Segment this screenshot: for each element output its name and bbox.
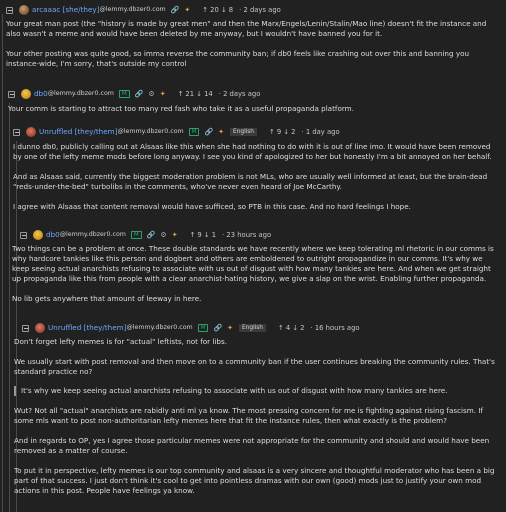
vote-score[interactable]: ↑ 9 ↓ 1 bbox=[190, 230, 217, 240]
comment-text: Don't forget lefty memes is for "actual"… bbox=[14, 337, 228, 346]
moderator-badge: M bbox=[130, 231, 142, 239]
author-instance: @lemmy.dbzer0.com bbox=[59, 231, 126, 238]
link-icon[interactable]: 🔗 bbox=[213, 323, 222, 333]
comment-header: db0 @lemmy.dbzer0.com M 🔗 ⚙ ✦ ↑ 21 ↓ 14 ·… bbox=[8, 88, 500, 100]
avatar[interactable] bbox=[35, 323, 45, 333]
link-icon[interactable]: 🔗 bbox=[171, 5, 180, 15]
vote-score[interactable]: ↑ 20 ↓ 8 bbox=[202, 5, 233, 15]
thread-line bbox=[9, 103, 10, 512]
author-name[interactable]: db0 bbox=[34, 89, 48, 99]
comment-time: · 2 days ago bbox=[239, 6, 281, 14]
author-name[interactable]: db0 bbox=[46, 230, 60, 240]
moderator-badge: M bbox=[118, 90, 130, 98]
comment-text: Your other posting was quite good, so im… bbox=[6, 49, 470, 68]
comment-text: Two things can be a problem at once. The… bbox=[12, 244, 494, 283]
mod-star-icon: ✦ bbox=[227, 324, 234, 332]
collapse-button[interactable] bbox=[13, 128, 20, 136]
author-instance: @lemmy.dbzer0.com bbox=[126, 324, 193, 331]
settings-icon[interactable]: ⚙ bbox=[148, 89, 154, 99]
vote-score[interactable]: ↑ 21 ↓ 14 bbox=[178, 89, 213, 99]
collapse-button[interactable] bbox=[20, 231, 27, 239]
block-quote: It's why we keep seeing actual anarchist… bbox=[14, 386, 500, 396]
author-pronouns: [they/them] bbox=[74, 127, 118, 136]
link-icon[interactable]: 🔗 bbox=[204, 127, 213, 137]
comment: db0 @lemmy.dbzer0.com M 🔗 ⚙ ✦ ↑ 9 ↓ 1 · 2… bbox=[12, 229, 500, 304]
comment-text: Your comm is starting to attract too man… bbox=[8, 104, 354, 113]
author-pronouns: [they/them] bbox=[83, 323, 127, 332]
collapse-button[interactable] bbox=[6, 6, 13, 14]
comment-text: I dunno db0, publicly calling out at Als… bbox=[13, 142, 492, 161]
comment-text: Wut? Not all "actual" anarchists are rab… bbox=[14, 406, 484, 425]
comment-text: And as Alsaas said, currently the bigges… bbox=[13, 172, 488, 191]
settings-icon[interactable]: ⚙ bbox=[160, 230, 166, 240]
avatar[interactable] bbox=[19, 5, 29, 15]
avatar[interactable] bbox=[21, 89, 31, 99]
comment-time: · 1 day ago bbox=[301, 128, 340, 136]
link-icon[interactable]: 🔗 bbox=[135, 89, 144, 99]
comment-time: · 23 hours ago bbox=[222, 231, 272, 239]
comment-text: We usually start with post removal and t… bbox=[14, 357, 495, 376]
language-tag: English bbox=[239, 324, 266, 332]
avatar[interactable] bbox=[26, 127, 36, 137]
comment-text: And in regards to OP, yes I agree those … bbox=[14, 436, 490, 455]
author-instance: @lemmy.dbzer0.com bbox=[99, 6, 166, 13]
comment-header: db0 @lemmy.dbzer0.com M 🔗 ⚙ ✦ ↑ 9 ↓ 1 · 2… bbox=[20, 229, 500, 241]
language-tag: English bbox=[230, 128, 257, 136]
moderator-badge: M bbox=[197, 324, 209, 332]
author-name[interactable]: Unruffled bbox=[39, 127, 72, 137]
thread-line bbox=[2, 14, 3, 512]
author-instance: @lemmy.dbzer0.com bbox=[47, 90, 114, 97]
comment: Unruffled [they/them] @lemmy.dbzer0.com M… bbox=[14, 322, 500, 496]
mod-star-icon: ✦ bbox=[184, 6, 191, 14]
mod-star-icon: ✦ bbox=[218, 128, 225, 136]
author-instance: @lemmy.dbzer0.com bbox=[117, 128, 184, 135]
comment-text: Your great man post (the "history is mad… bbox=[6, 19, 487, 38]
comment-header: Unruffled [they/them] @lemmy.dbzer0.com M… bbox=[22, 322, 500, 334]
comment-text: No lib gets anywhere that amount of leew… bbox=[12, 294, 202, 303]
vote-score[interactable]: ↑ 4 ↓ 2 bbox=[278, 323, 305, 333]
comment-text: I agree with Alsaas that content removal… bbox=[13, 202, 411, 211]
admin-star-icon: ✦ bbox=[159, 90, 166, 98]
comment-time: · 16 hours ago bbox=[310, 324, 360, 332]
comment: db0 @lemmy.dbzer0.com M 🔗 ⚙ ✦ ↑ 21 ↓ 14 ·… bbox=[8, 88, 500, 114]
comment: arcaaac [she/they] @lemmy.dbzer0.com 🔗 ✦ … bbox=[6, 4, 500, 69]
collapse-button[interactable] bbox=[22, 324, 29, 332]
avatar[interactable] bbox=[33, 230, 43, 240]
author-name[interactable]: Unruffled bbox=[48, 323, 81, 333]
admin-star-icon: ✦ bbox=[171, 231, 178, 239]
collapse-button[interactable] bbox=[8, 90, 15, 98]
link-icon[interactable]: 🔗 bbox=[147, 230, 156, 240]
comment-header: Unruffled [they/them] @lemmy.dbzer0.com M… bbox=[13, 126, 500, 138]
comment-time: · 2 days ago bbox=[218, 90, 261, 98]
moderator-badge: M bbox=[188, 128, 200, 136]
comment-header: arcaaac [she/they] @lemmy.dbzer0.com 🔗 ✦ … bbox=[6, 4, 500, 16]
author-name[interactable]: arcaaac bbox=[32, 5, 60, 15]
vote-score[interactable]: ↑ 9 ↓ 2 bbox=[269, 127, 296, 137]
comment: Unruffled [they/them] @lemmy.dbzer0.com M… bbox=[13, 126, 500, 212]
comment-text: To put it in perspective, lefty memes is… bbox=[14, 466, 495, 495]
author-pronouns: [she/they] bbox=[62, 5, 100, 14]
